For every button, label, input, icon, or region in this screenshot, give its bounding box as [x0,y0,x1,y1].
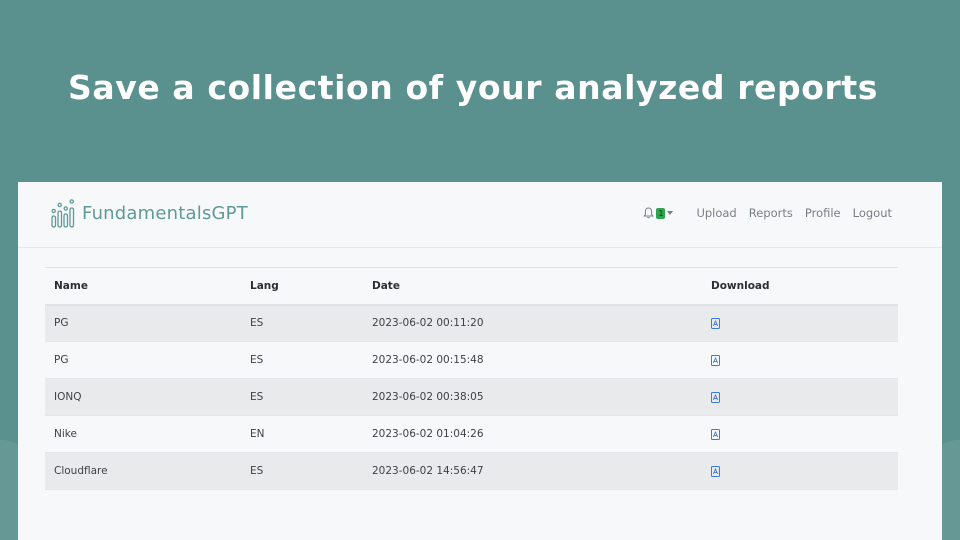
column-header-download: Download [702,267,898,306]
brand[interactable]: FundamentalsGPT [50,196,248,230]
bar-chart-logo-icon [51,199,75,228]
table-row: Nike EN 2023-06-02 01:04:26 [45,415,898,453]
pdf-file-icon[interactable] [711,391,720,403]
pdf-file-icon[interactable] [711,465,720,477]
table-row: PG ES 2023-06-02 00:11:20 [45,304,898,342]
cell-name: PG [45,304,241,342]
table-row: Cloudflare ES 2023-06-02 14:56:47 [45,452,898,490]
column-header-lang: Lang [241,267,363,306]
pdf-file-icon[interactable] [711,317,720,329]
cell-name: PG [45,341,241,379]
nav-menu: 1 Upload Reports Profile Logout [643,206,892,220]
cell-lang: ES [241,341,363,379]
brand-name: FundamentalsGPT [82,202,248,224]
cell-download [702,452,898,490]
nav-logout[interactable]: Logout [853,206,892,220]
cell-name: IONQ [45,378,241,416]
cell-lang: EN [241,415,363,453]
cell-name: Cloudflare [45,452,241,490]
nav-upload[interactable]: Upload [696,206,736,220]
table-row: PG ES 2023-06-02 00:15:48 [45,341,898,379]
nav-profile[interactable]: Profile [805,206,841,220]
table-header-row: Name Lang Date Download [45,267,898,306]
cell-download [702,415,898,453]
cell-lang: ES [241,452,363,490]
nav-reports[interactable]: Reports [749,206,793,220]
bell-icon[interactable] [643,207,655,219]
reports-table-container: Name Lang Date Download PG ES 2023-06-02… [45,267,898,490]
cell-date: 2023-06-02 00:11:20 [363,304,702,342]
app-window: FundamentalsGPT 1 Upload Reports Profile… [18,182,942,540]
notification-badge[interactable]: 1 [656,207,666,219]
cell-name: Nike [45,415,241,453]
cell-download [702,378,898,416]
table-row: IONQ ES 2023-06-02 00:38:05 [45,378,898,416]
pdf-file-icon[interactable] [711,354,720,366]
cell-date: 2023-06-02 00:15:48 [363,341,702,379]
cell-date: 2023-06-02 14:56:47 [363,452,702,490]
chevron-down-icon[interactable] [667,211,674,215]
cell-lang: ES [241,378,363,416]
cell-date: 2023-06-02 01:04:26 [363,415,702,453]
column-header-date: Date [363,267,702,306]
column-header-name: Name [45,267,241,306]
cell-lang: ES [241,304,363,342]
reports-table: Name Lang Date Download PG ES 2023-06-02… [45,267,898,490]
cell-download [702,341,898,379]
headline: Save a collection of your analyzed repor… [67,68,879,107]
navbar: FundamentalsGPT 1 Upload Reports Profile… [18,182,942,248]
cell-download [702,304,898,342]
pdf-file-icon[interactable] [711,428,720,440]
cell-date: 2023-06-02 00:38:05 [363,378,702,416]
